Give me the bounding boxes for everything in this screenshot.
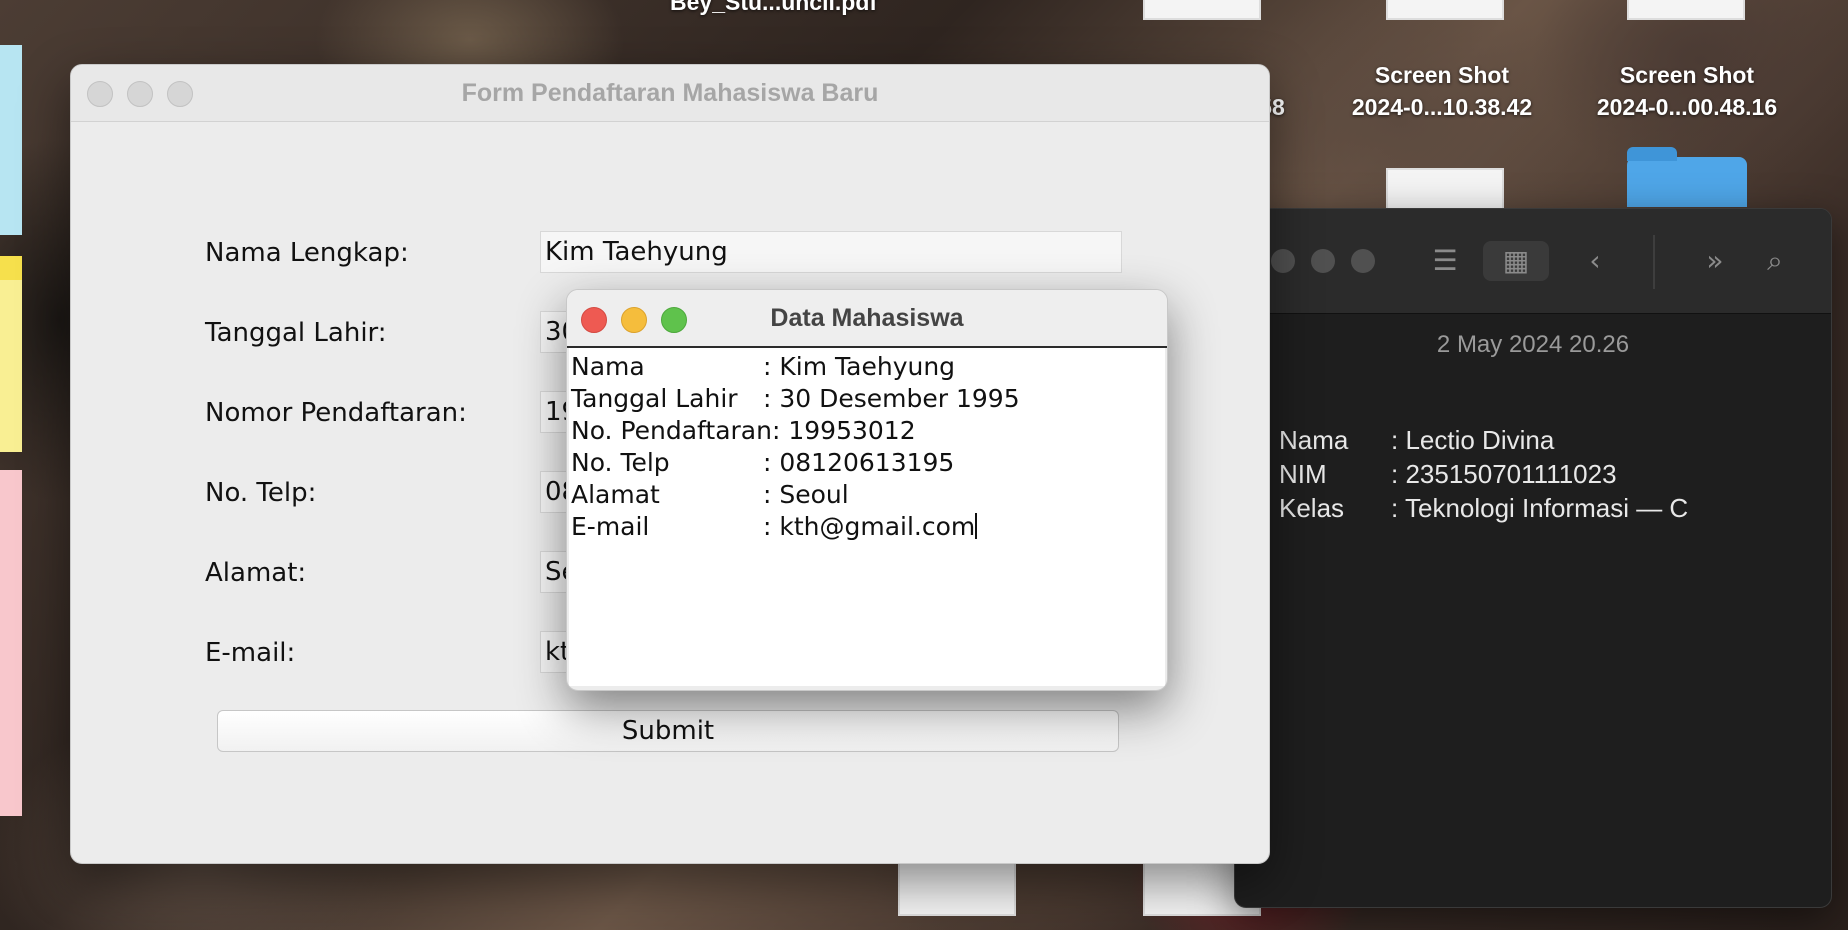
data-row-value: : kth@gmail.com	[763, 512, 976, 541]
note-body[interactable]: Nama : Lectio Divina NIM : 235150701111023…	[1279, 423, 1688, 525]
data-row-value: : Seoul	[763, 480, 849, 509]
desktop-file-label[interactable]: Screen Shot 2024-0...10.38.42	[1333, 59, 1551, 123]
desktop-file-label-line2: 2024-0...10.38.42	[1351, 94, 1533, 120]
window-minimize-button[interactable]	[1311, 249, 1335, 273]
data-row-key: E-mail	[571, 512, 650, 541]
note-row-key: NIM	[1279, 459, 1327, 489]
desktop-file-label-pdf[interactable]: Bey_Stu...uncil.pdf	[670, 0, 877, 18]
data-row-key: Alamat	[571, 480, 660, 509]
data-row-key: Tanggal Lahir	[571, 384, 738, 413]
note-row-value: : Lectio Divina	[1391, 425, 1555, 455]
dialog-text-area[interactable]: Nama : Kim Taehyung Tanggal Lahir : 30 Des…	[569, 348, 1165, 686]
data-row-value: : 08120613195	[763, 448, 955, 477]
data-row-value: : 30 Desember 1995	[763, 384, 1020, 413]
submit-button[interactable]: Submit	[217, 710, 1119, 752]
data-row: Nama : Kim Taehyung	[571, 351, 1163, 383]
desktop-file-thumbnail[interactable]	[1143, 0, 1261, 20]
desktop-file-label[interactable]: Screen Shot 2024-0...00.48.16	[1576, 59, 1798, 123]
form-window-title: Form Pendaftaran Mahasiswa Baru	[461, 79, 879, 107]
note-row-key: Kelas	[1279, 493, 1345, 523]
alamat-label: Alamat:	[205, 558, 307, 588]
data-row-value: : Kim Taehyung	[763, 352, 956, 381]
note-row: NIM : 235150701111023	[1279, 457, 1688, 491]
notes-toolbar: ☰ ▦ ‹ » ⌕	[1235, 209, 1831, 314]
nomor-pendaftaran-label: Nomor Pendaftaran:	[205, 398, 467, 428]
data-row: No. Telp : 08120613195	[571, 447, 1163, 479]
sticky-note-blue[interactable]	[0, 45, 22, 235]
form-titlebar[interactable]: Form Pendaftaran Mahasiswa Baru	[71, 65, 1269, 122]
data-row-value: : 19953012	[771, 416, 916, 445]
data-row: E-mail : kth@gmail.com	[571, 511, 1163, 543]
data-row: Alamat : Seoul	[571, 479, 1163, 511]
list-view-icon[interactable]: ☰	[1425, 241, 1465, 281]
data-row-key: Nama	[571, 352, 645, 381]
back-arrow-icon[interactable]: ‹	[1575, 241, 1615, 281]
desktop-file-thumbnail[interactable]	[1627, 0, 1745, 20]
note-row-value: : Teknologi Informasi — C	[1391, 493, 1689, 523]
more-chevron-icon[interactable]: »	[1695, 241, 1735, 281]
notes-window[interactable]: ☰ ▦ ‹ » ⌕ 2 May 2024 20.26 Nama : Lectio …	[1234, 208, 1832, 908]
desktop-file-label-line2: 2024-0...00.48.16	[1596, 94, 1778, 120]
dialog-titlebar[interactable]: Data Mahasiswa	[567, 290, 1167, 348]
toolbar-divider	[1653, 235, 1655, 289]
nama-lengkap-label: Nama Lengkap:	[205, 238, 409, 268]
search-icon[interactable]: ⌕	[1755, 241, 1795, 281]
data-row: Tanggal Lahir : 30 Desember 1995	[571, 383, 1163, 415]
desktop-file-thumbnail[interactable]	[1386, 168, 1504, 212]
note-row: Nama : Lectio Divina	[1279, 423, 1688, 457]
text-caret	[975, 513, 978, 539]
data-mahasiswa-dialog[interactable]: Data Mahasiswa Nama : Kim Taehyung Tangga…	[566, 289, 1168, 691]
no-telp-label: No. Telp:	[205, 478, 317, 508]
dialog-title: Data Mahasiswa	[770, 304, 964, 332]
tanggal-lahir-label: Tanggal Lahir:	[205, 318, 387, 348]
note-row-value: : 235150701111023	[1391, 459, 1617, 489]
desktop-file-label-line1: Screen Shot	[1619, 62, 1755, 88]
data-row-key: No. Pendaftaran	[571, 416, 772, 445]
note-row-key: Nama	[1279, 425, 1349, 455]
email-label: E-mail:	[205, 638, 296, 668]
window-zoom-button[interactable]	[1351, 249, 1375, 273]
grid-view-icon[interactable]: ▦	[1483, 241, 1549, 281]
data-row: No. Pendaftaran: 19953012	[571, 415, 1163, 447]
data-row-key: No. Telp	[571, 448, 670, 477]
nama-lengkap-input[interactable]: Kim Taehyung	[540, 231, 1122, 273]
sticky-note-pink[interactable]	[0, 470, 22, 816]
folder-icon[interactable]	[1627, 147, 1747, 207]
desktop-file-label-line1: Screen Shot	[1374, 62, 1510, 88]
desktop-file-thumbnail[interactable]	[898, 860, 1016, 916]
desktop-file-thumbnail[interactable]	[1386, 0, 1504, 20]
note-date: 2 May 2024 20.26	[1436, 331, 1630, 358]
window-close-button[interactable]	[1271, 249, 1295, 273]
sticky-note-yellow[interactable]	[0, 256, 22, 452]
note-row: Kelas : Teknologi Informasi — C	[1279, 491, 1688, 525]
